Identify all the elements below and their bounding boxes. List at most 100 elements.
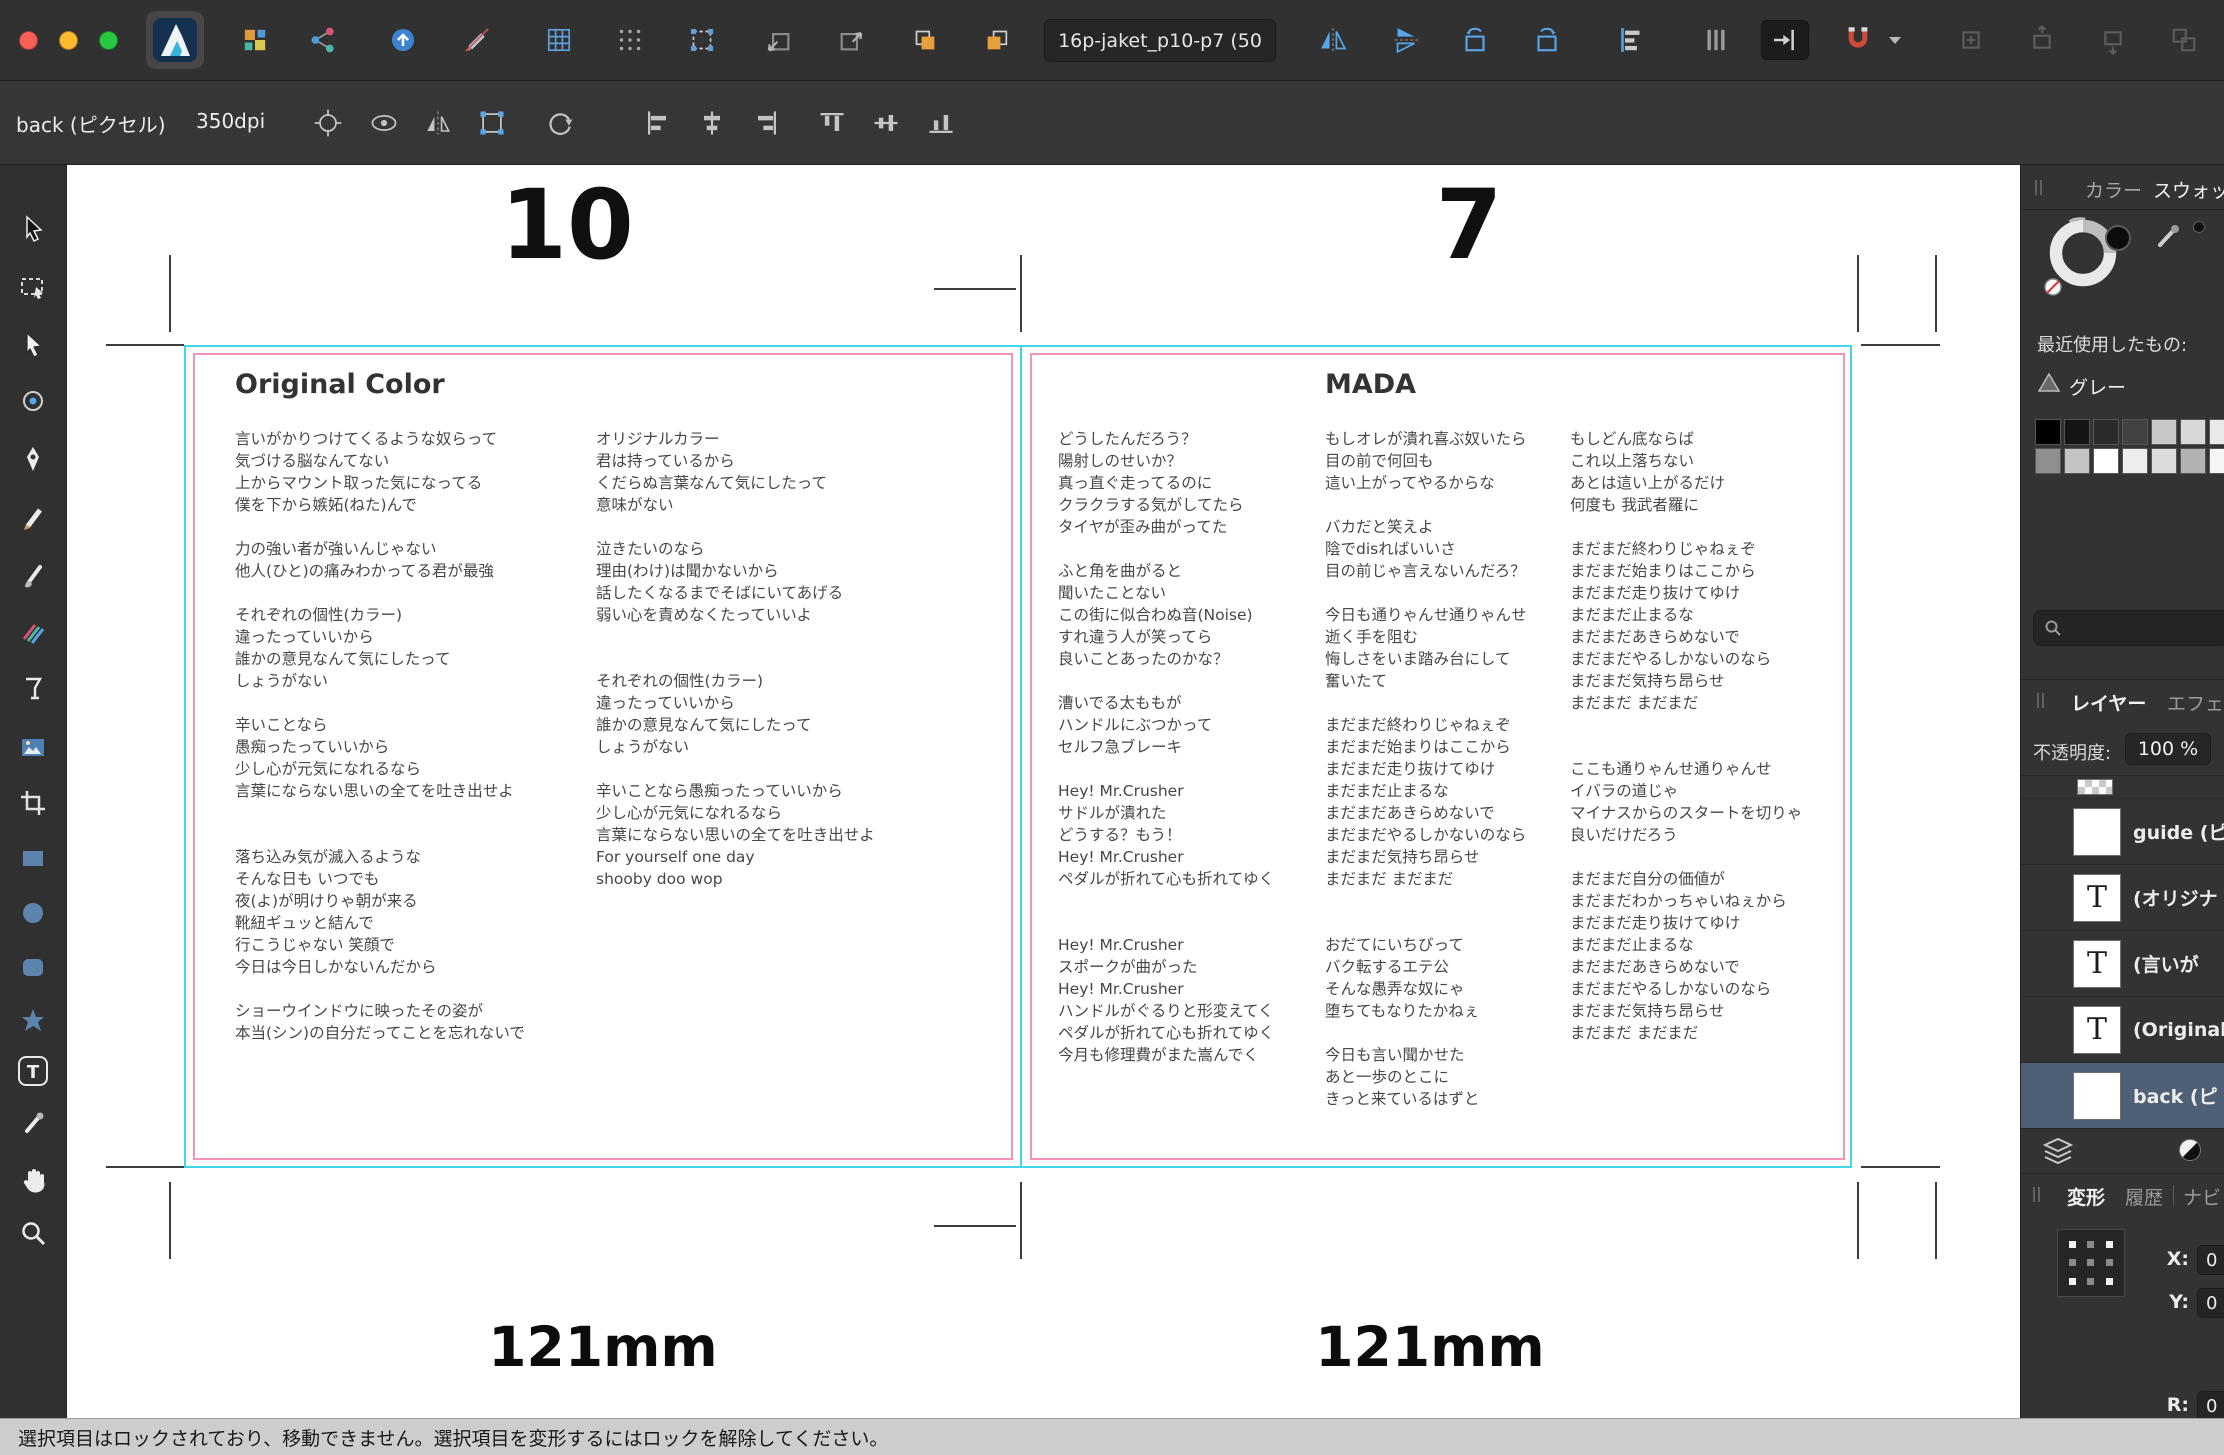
swatch-category-dropdown[interactable]: グレー xyxy=(2069,373,2126,400)
snapping-caret-icon[interactable] xyxy=(1884,20,1906,60)
close-button[interactable] xyxy=(19,31,38,50)
panel-grip[interactable] xyxy=(2035,180,2042,195)
ungroup-icon[interactable] xyxy=(977,20,1017,60)
y-field[interactable]: 0 xyxy=(2197,1288,2224,1318)
group-icon[interactable] xyxy=(905,20,945,60)
alignment-icon[interactable] xyxy=(1611,20,1651,60)
insert-target-icon[interactable] xyxy=(1761,20,1809,60)
layer-row-selected[interactable]: back (ピ xyxy=(2021,1062,2224,1128)
flip-horizontal-icon[interactable] xyxy=(1313,20,1353,60)
color-swatch[interactable] xyxy=(2180,419,2206,445)
document-title-dropdown[interactable]: 16p-jaket_p10-p7 (50 xyxy=(1044,19,1276,62)
app-icon[interactable] xyxy=(146,11,204,69)
tab-navigator[interactable]: ナビ xyxy=(2183,1183,2221,1210)
layers-stack-icon[interactable] xyxy=(2043,1137,2073,1165)
snapping-magnet-icon[interactable] xyxy=(1838,20,1878,60)
align-right-icon[interactable] xyxy=(748,105,784,141)
insert-below-icon[interactable] xyxy=(2093,20,2133,60)
color-swatch[interactable] xyxy=(2122,419,2148,445)
align-left-icon[interactable] xyxy=(640,105,676,141)
rectangle-tool[interactable] xyxy=(11,836,55,880)
layer-row[interactable]: T (Original xyxy=(2021,996,2224,1062)
star-tool[interactable] xyxy=(11,999,55,1043)
color-swatch[interactable] xyxy=(2064,448,2090,474)
anchor-point-selector[interactable] xyxy=(2057,1229,2125,1297)
align-top-icon[interactable] xyxy=(814,105,850,141)
text-tool[interactable]: T xyxy=(11,1049,55,1093)
flip-vertical-icon[interactable] xyxy=(1386,20,1426,60)
color-swatch[interactable] xyxy=(2151,448,2177,474)
x-field[interactable]: 0 xyxy=(2197,1245,2224,1275)
dotted-grid-icon[interactable] xyxy=(610,20,650,60)
rotate-ccw-icon[interactable] xyxy=(1455,20,1495,60)
insert-inside-icon[interactable] xyxy=(1951,20,1991,60)
panel-grip[interactable] xyxy=(2033,1187,2040,1202)
color-swatch[interactable] xyxy=(2093,448,2119,474)
document-canvas[interactable]: 10 7 Original Color 言いがかりつけてくるような奴らって気づけ… xyxy=(67,165,2020,1418)
color-swatch[interactable] xyxy=(2122,448,2148,474)
layer-row[interactable]: T (言いが xyxy=(2021,930,2224,996)
tab-effects[interactable]: エフェ xyxy=(2167,689,2224,716)
color-swatch[interactable] xyxy=(2035,448,2061,474)
move-front-icon[interactable] xyxy=(831,20,871,60)
color-swatch[interactable] xyxy=(2180,448,2206,474)
tab-history[interactable]: 履歴 xyxy=(2125,1183,2163,1210)
color-picker-tool[interactable] xyxy=(11,1101,55,1145)
preview-eye-icon[interactable] xyxy=(366,105,402,141)
move-back-icon[interactable] xyxy=(759,20,799,60)
distribute-icon[interactable] xyxy=(1696,20,1736,60)
minimize-button[interactable] xyxy=(59,31,78,50)
align-middle-icon[interactable] xyxy=(868,105,904,141)
color-swatch[interactable] xyxy=(2064,419,2090,445)
tab-transform[interactable]: 変形 xyxy=(2067,1183,2105,1210)
zoom-button[interactable] xyxy=(99,31,118,50)
color-swatch[interactable] xyxy=(2151,419,2177,445)
panel-grip[interactable] xyxy=(2037,693,2044,708)
rotation-center-icon[interactable] xyxy=(310,105,346,141)
bounding-box-icon[interactable] xyxy=(474,105,510,141)
pencil-tool[interactable] xyxy=(11,495,55,539)
secondary-color-swatch[interactable] xyxy=(2105,225,2131,251)
opacity-dropdown[interactable]: 100 % xyxy=(2125,733,2211,765)
color-swatch[interactable] xyxy=(2093,419,2119,445)
layer-row-partial[interactable] xyxy=(2021,775,2224,798)
color-swatch[interactable] xyxy=(2209,448,2224,474)
paint-brush-tool[interactable] xyxy=(11,553,55,597)
insert-above-icon[interactable] xyxy=(2022,20,2062,60)
move-tool[interactable] xyxy=(11,207,55,251)
align-bottom-icon[interactable] xyxy=(923,105,959,141)
tab-swatches[interactable]: スウォッチ xyxy=(2153,176,2224,203)
no-fill-icon[interactable] xyxy=(2043,277,2063,297)
tab-color[interactable]: カラー xyxy=(2085,176,2142,203)
fill-gradient-tool[interactable] xyxy=(11,667,55,711)
adjustment-icon[interactable] xyxy=(2179,1139,2201,1161)
frame-tool[interactable] xyxy=(11,265,55,309)
corner-tool[interactable] xyxy=(11,379,55,423)
pen-tool[interactable] xyxy=(11,437,55,481)
export-badge-icon[interactable] xyxy=(383,20,423,60)
color-swatch[interactable] xyxy=(2035,419,2061,445)
rotate-cw-icon[interactable] xyxy=(1527,20,1567,60)
assets-icon[interactable] xyxy=(235,20,275,60)
grid-icon[interactable] xyxy=(539,20,579,60)
color-picker-icon[interactable] xyxy=(2153,221,2183,251)
tab-layers[interactable]: レイヤー xyxy=(2071,689,2146,716)
rounded-rectangle-tool[interactable] xyxy=(11,945,55,989)
ellipse-tool[interactable] xyxy=(11,891,55,935)
snap-bounds-icon[interactable] xyxy=(682,20,722,60)
insert-replace-icon[interactable] xyxy=(2164,20,2204,60)
picture-frame-tool[interactable] xyxy=(11,725,55,769)
pan-tool[interactable] xyxy=(11,1157,55,1201)
vector-brush-tool[interactable] xyxy=(11,609,55,653)
color-swatch[interactable] xyxy=(2209,419,2224,445)
node-tool[interactable] xyxy=(11,323,55,367)
share-icon[interactable] xyxy=(303,20,343,60)
layer-row[interactable]: T (オリジナ xyxy=(2021,864,2224,930)
layer-row[interactable]: guide (ピ xyxy=(2021,798,2224,864)
zoom-tool[interactable] xyxy=(11,1211,55,1255)
mirror-icon[interactable] xyxy=(420,105,456,141)
edit-slash-icon[interactable] xyxy=(457,20,497,60)
r-field[interactable]: 0 xyxy=(2197,1391,2224,1418)
crop-tool[interactable] xyxy=(11,781,55,825)
cycle-selection-icon[interactable] xyxy=(542,105,578,141)
